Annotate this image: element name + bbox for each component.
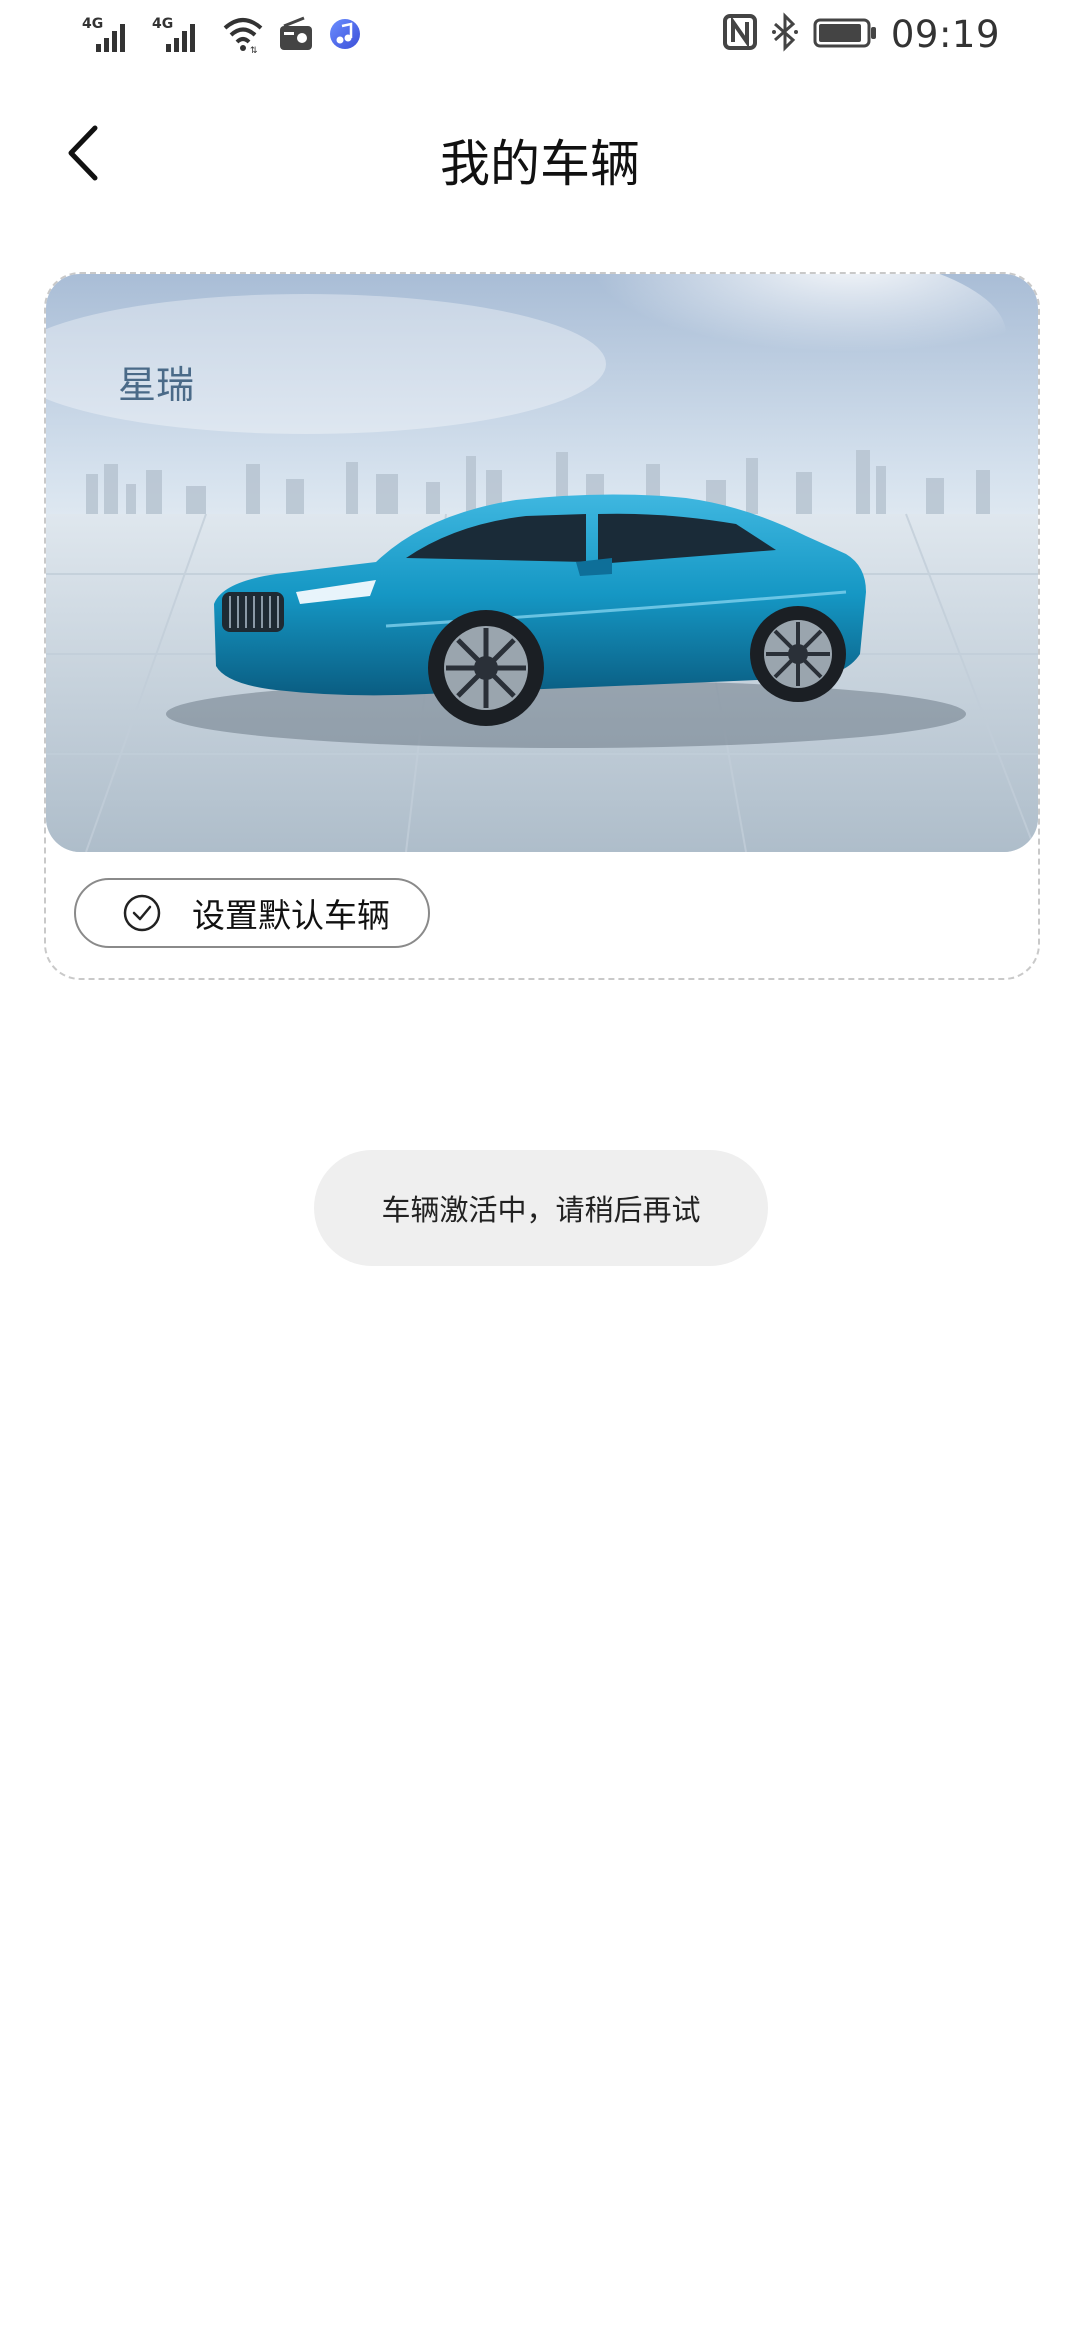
wifi-icon: ⇅: [222, 14, 264, 58]
bluetooth-icon: [771, 12, 799, 56]
nfc-icon: [722, 12, 757, 56]
signal-4g-icon: 4G: [152, 14, 208, 58]
signal-4g-icon: 4G: [82, 14, 138, 58]
status-time: 09:19: [890, 12, 1000, 56]
header: 我的车辆: [0, 100, 1080, 210]
check-circle-icon: [122, 893, 162, 933]
svg-text:⇅: ⇅: [250, 46, 258, 54]
status-bar: 4G 4G ⇅ 09:19: [0, 0, 1080, 72]
page-title: 我的车辆: [440, 135, 640, 193]
screen: 4G 4G ⇅ 09:19 我的车辆 星瑞 设置默认车辆 车辆激活中，请稍后再试: [0, 0, 1080, 2340]
radio-icon: [278, 14, 314, 58]
toast-message: 车辆激活中，请稍后再试: [381, 1193, 701, 1227]
vehicle-name: 星瑞: [118, 363, 195, 407]
battery-icon: [813, 12, 877, 56]
set-default-vehicle-button[interactable]: 设置默认车辆: [74, 878, 430, 948]
svg-text:4G: 4G: [152, 16, 173, 32]
status-bar-left: 4G 4G ⇅: [82, 14, 362, 58]
music-app-icon: [328, 17, 362, 55]
set-default-vehicle-label: 设置默认车辆: [192, 896, 390, 935]
toast: 车辆激活中，请稍后再试: [314, 1150, 768, 1266]
vehicle-card[interactable]: 星瑞 设置默认车辆: [44, 272, 1040, 980]
vehicle-photo: 星瑞: [46, 274, 1038, 852]
svg-text:4G: 4G: [82, 16, 103, 32]
status-bar-right: 09:19: [722, 12, 1000, 56]
